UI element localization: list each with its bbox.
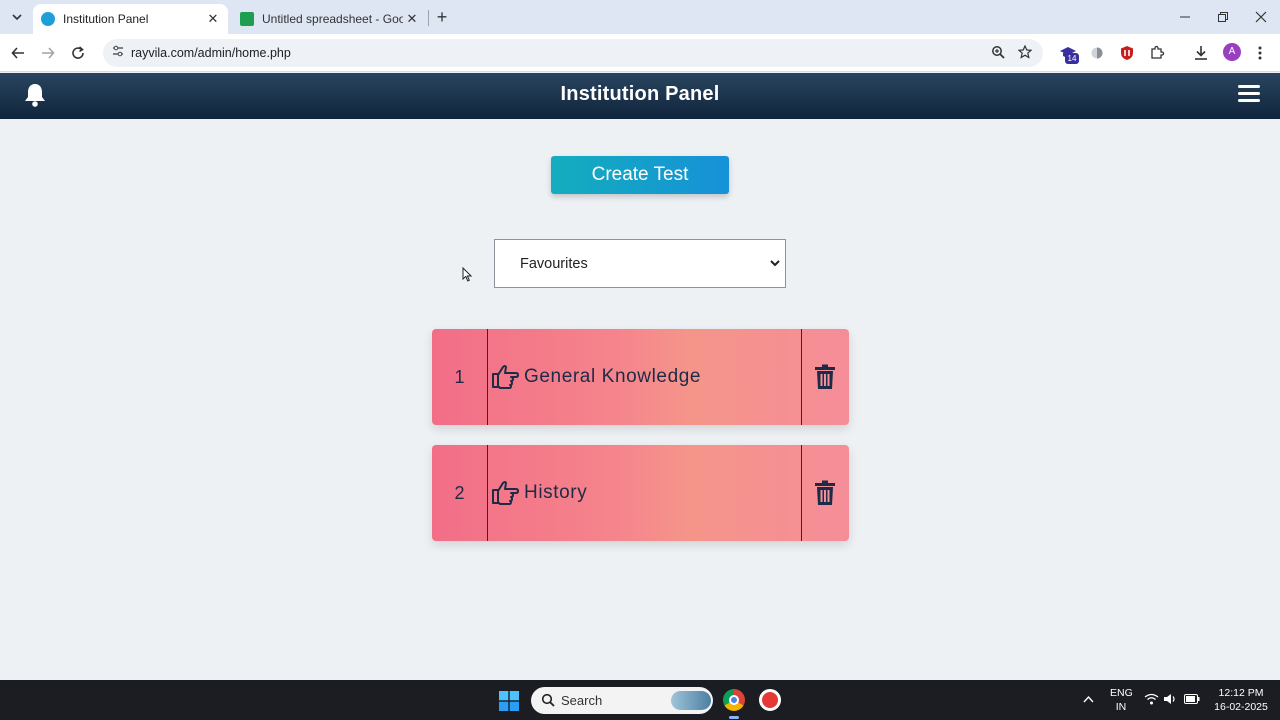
browser-menu-icon[interactable] <box>1250 43 1270 63</box>
site-settings-icon[interactable] <box>111 45 125 59</box>
tab-search-button[interactable] <box>6 6 28 28</box>
test-name: General Knowledge <box>524 366 702 387</box>
close-icon <box>1255 11 1267 23</box>
clock-date: 16-02-2025 <box>1214 701 1268 713</box>
test-filter-select[interactable]: Favourites <box>494 239 786 288</box>
test-number: 1 <box>432 329 488 425</box>
bookmark-star-icon[interactable] <box>1016 44 1034 63</box>
battery-icon[interactable] <box>1184 694 1200 704</box>
chevron-up-icon[interactable] <box>1083 695 1094 703</box>
trash-icon <box>815 480 835 505</box>
close-window-button[interactable] <box>1242 0 1280 34</box>
close-tab-icon[interactable]: ✕ <box>204 11 222 27</box>
address-bar[interactable]: rayvila.com/admin/home.php <box>103 39 1043 67</box>
wifi-icon[interactable] <box>1144 693 1159 705</box>
test-card[interactable]: 2 History <box>432 445 849 541</box>
restore-icon <box>1218 12 1228 22</box>
extension-badge: 14 <box>1065 53 1079 64</box>
forward-button[interactable] <box>37 42 59 64</box>
arrow-right-icon <box>42 47 55 59</box>
chevron-down-icon <box>770 260 780 267</box>
arrow-left-icon <box>11 47 24 59</box>
search-icon <box>541 693 555 707</box>
mouse-cursor-icon <box>462 267 472 282</box>
active-app-indicator <box>729 716 739 719</box>
delete-test-button[interactable] <box>801 445 849 541</box>
tab-institution-panel[interactable]: Institution Panel ✕ <box>33 4 228 34</box>
language-code: ENG <box>1110 687 1133 699</box>
tab-spreadsheet[interactable]: Untitled spreadsheet - Google S ✕ <box>232 4 427 34</box>
downloads-icon[interactable] <box>1191 43 1211 63</box>
screen-recorder-taskbar-icon[interactable] <box>759 689 781 711</box>
create-test-button[interactable]: Create Test <box>551 156 729 194</box>
tab-title: Institution Panel <box>63 12 149 26</box>
tab-divider <box>428 10 429 26</box>
delete-test-button[interactable] <box>801 329 849 425</box>
app-header: Institution Panel <box>0 73 1280 119</box>
pointing-hand-icon <box>492 481 519 505</box>
taskbar: Search ENG IN 12:12 PM 16-02-2025 <box>0 680 1280 720</box>
back-button[interactable] <box>7 42 29 64</box>
chrome-taskbar-icon[interactable] <box>723 689 745 711</box>
browser-toolbar: rayvila.com/admin/home.php 14 <box>0 34 1280 72</box>
select-value: Favourites <box>520 256 588 272</box>
window-controls <box>1166 0 1280 34</box>
zoom-icon[interactable] <box>989 45 1007 63</box>
trash-icon <box>815 364 835 389</box>
region-code: IN <box>1115 701 1127 713</box>
volume-icon[interactable] <box>1163 693 1177 705</box>
close-tab-icon[interactable]: ✕ <box>403 11 421 27</box>
extension-shield-icon[interactable] <box>1087 43 1107 63</box>
taskbar-search-box[interactable]: Search <box>531 687 713 714</box>
profile-avatar[interactable]: A <box>1223 43 1241 61</box>
new-tab-button[interactable]: + <box>432 7 452 27</box>
hamburger-menu-icon[interactable] <box>1238 85 1260 103</box>
extensions-puzzle-icon[interactable] <box>1147 43 1167 63</box>
test-number: 2 <box>432 445 488 541</box>
minimize-icon <box>1180 16 1190 18</box>
tab-title: Untitled spreadsheet - Google S <box>262 12 403 26</box>
restore-button[interactable] <box>1204 0 1242 34</box>
extension-ublock-icon[interactable] <box>1117 43 1137 63</box>
test-card[interactable]: 1 General Knowledge <box>432 329 849 425</box>
reload-icon <box>72 46 84 59</box>
reload-button[interactable] <box>67 42 89 64</box>
language-indicator[interactable]: ENG IN <box>1110 686 1133 714</box>
windows-start-icon[interactable] <box>499 691 519 711</box>
taskbar-search-placeholder: Search <box>561 693 603 708</box>
chevron-down-icon <box>12 14 22 21</box>
sheets-favicon-icon <box>240 12 254 26</box>
test-name: History <box>524 482 588 503</box>
url-text: rayvila.com/admin/home.php <box>131 46 291 60</box>
search-highlight-image <box>671 691 711 710</box>
extension-graduation-cap-icon[interactable]: 14 <box>1058 43 1079 64</box>
page-title: Institution Panel <box>560 83 720 105</box>
browser-tab-strip: Institution Panel ✕ Untitled spreadsheet… <box>0 0 1280 34</box>
pointing-hand-icon <box>492 365 519 389</box>
system-clock[interactable]: 12:12 PM 16-02-2025 <box>1205 686 1277 714</box>
clock-time: 12:12 PM <box>1218 687 1264 699</box>
rayvila-favicon-icon <box>41 12 55 26</box>
minimize-button[interactable] <box>1166 0 1204 34</box>
